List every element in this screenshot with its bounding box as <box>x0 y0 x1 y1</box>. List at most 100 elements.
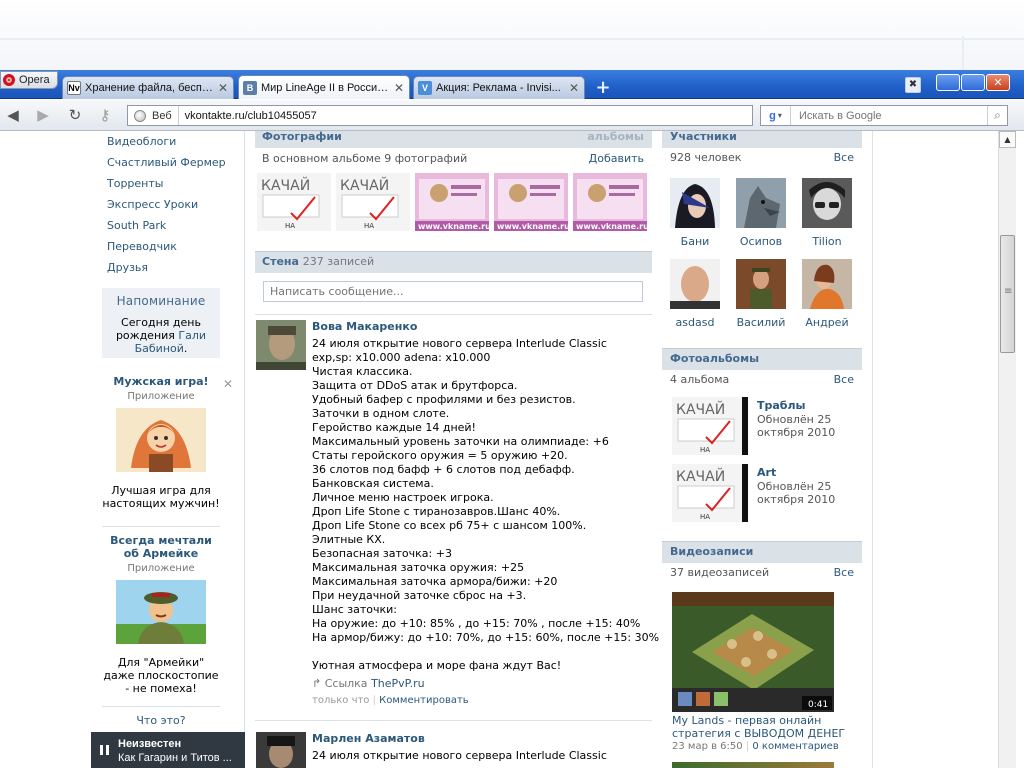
tab-promo[interactable]: V Акция: Реклама - Invisi... ✕ <box>413 76 585 99</box>
address-url[interactable]: vkontakte.ru/club10455057 <box>179 110 317 122</box>
audio-player[interactable]: Неизвестен Как Гагарин и Титов ... <box>91 732 245 768</box>
key-icon[interactable]: ⚷ <box>96 107 114 123</box>
avatar[interactable] <box>256 732 306 768</box>
videos-title[interactable]: Видеозаписи <box>670 545 753 558</box>
member-name[interactable]: Василий <box>731 309 791 329</box>
member-card[interactable]: asdasd <box>665 259 725 329</box>
pause-icon[interactable] <box>100 745 109 755</box>
member-name[interactable]: asdasd <box>665 309 725 329</box>
member-card[interactable]: Василий <box>731 259 791 329</box>
post-external-link[interactable]: ThePvP.ru <box>371 677 425 690</box>
ad-title[interactable]: Всегда мечтали об Армейке <box>102 534 220 560</box>
video-thumbnail[interactable]: 0:41 <box>672 592 834 712</box>
left-menu-item[interactable]: Счастливый Фермер <box>107 156 227 177</box>
reload-icon[interactable]: ↻ <box>66 107 84 123</box>
google-icon[interactable]: g ▾ <box>761 106 791 125</box>
member-name[interactable]: Андрей <box>797 309 857 329</box>
member-name[interactable]: Бани <box>665 228 725 248</box>
photo-thumb[interactable]: www.vkname.ru <box>415 173 489 231</box>
svg-text:НА: НА <box>700 513 710 521</box>
maximize-icon[interactable] <box>961 74 985 91</box>
avatar[interactable] <box>256 320 306 370</box>
opera-menu-button[interactable]: Opera <box>0 71 58 89</box>
ad-girl-image[interactable] <box>116 408 206 472</box>
album-cover[interactable]: КАЧАЙ НА <box>672 464 748 522</box>
search-icon[interactable]: ⌕ <box>987 106 1007 125</box>
forward-icon[interactable]: ▶ <box>34 107 52 123</box>
members-header[interactable]: Участники <box>662 131 862 148</box>
avatar[interactable] <box>736 259 786 309</box>
post-author[interactable]: Марлен Азаматов <box>312 732 652 749</box>
search-box[interactable]: g▾ ⌕ <box>760 105 1008 126</box>
left-menu-item[interactable]: Друзья <box>107 261 227 282</box>
ad-block-game[interactable]: Мужская игра! Приложение Лучшая игра для… <box>102 375 220 510</box>
back-icon[interactable]: ◀ <box>4 107 22 123</box>
wall-header[interactable]: Стена 237 записей <box>255 251 652 273</box>
member-card[interactable]: Tilion <box>797 178 857 248</box>
page-scrollbar[interactable]: ▲ <box>998 131 1016 768</box>
scroll-thumb[interactable] <box>1000 235 1015 353</box>
photo-thumb[interactable]: КАЧАЙ НА <box>336 173 410 231</box>
left-menu-item[interactable]: Торренты <box>107 177 227 198</box>
close-ad-icon[interactable]: ✕ <box>223 377 233 391</box>
video-thumbnail[interactable] <box>672 762 834 768</box>
album-title[interactable]: Art <box>757 466 776 479</box>
member-card[interactable]: Осипов <box>731 178 791 248</box>
what-is-this-link[interactable]: Что это? <box>102 714 220 727</box>
albums-all-link[interactable]: Все <box>834 373 854 386</box>
avatar[interactable] <box>670 259 720 309</box>
trash-icon[interactable]: ✖ <box>905 77 921 93</box>
tab-close-icon[interactable]: ✕ <box>568 81 580 95</box>
left-menu-item[interactable]: Экспресс Уроки <box>107 198 227 219</box>
left-menu-item[interactable]: Видеоблоги <box>107 135 227 156</box>
ad-description: Для "Армейки" даже плоскостопие - не пом… <box>103 656 219 695</box>
video-comments-link[interactable]: 0 комментариев <box>752 741 838 752</box>
members-title[interactable]: Участники <box>670 131 737 143</box>
left-menu-item[interactable]: South Park <box>107 219 227 240</box>
search-input[interactable] <box>791 109 987 122</box>
scroll-up-icon[interactable]: ▲ <box>999 131 1016 148</box>
photo-thumb[interactable]: www.vkname.ru <box>494 173 568 231</box>
tab-close-icon[interactable]: ✕ <box>393 81 405 95</box>
video-title[interactable]: My Lands - первая онлайн стратегия с ВЫВ… <box>672 714 857 740</box>
comment-link[interactable]: Комментировать <box>379 695 469 706</box>
videos-header[interactable]: Видеозаписи <box>662 541 862 563</box>
member-name[interactable]: Tilion <box>797 228 857 248</box>
left-menu-item[interactable]: Переводчик <box>107 240 227 261</box>
member-name[interactable]: Осипов <box>731 228 791 248</box>
post-author[interactable]: Вова Макаренко <box>312 320 652 337</box>
address-web-badge[interactable]: Веб <box>128 106 179 125</box>
album-title[interactable]: Траблы <box>757 399 806 412</box>
members-all-link[interactable]: Все <box>834 151 854 164</box>
avatar[interactable] <box>802 259 852 309</box>
wall-title[interactable]: Стена 237 записей <box>262 255 374 268</box>
minimize-icon[interactable] <box>936 74 960 91</box>
wall-message-input[interactable] <box>263 281 643 302</box>
photos-header[interactable]: Фотографии альбомы <box>255 131 652 148</box>
member-card[interactable]: Андрей <box>797 259 857 329</box>
photo-thumb[interactable]: КАЧАЙ НА <box>257 173 331 231</box>
ad-title[interactable]: Мужская игра! <box>102 375 220 388</box>
close-window-icon[interactable]: ✕ <box>986 74 1010 91</box>
tab-lineage[interactable]: B Мир LineAge II в России... ✕ <box>238 75 410 99</box>
album-item[interactable]: КАЧАЙ НА Траблы Обновлён 25 октября 2010 <box>672 397 862 457</box>
albums-header[interactable]: Фотоальбомы <box>662 348 862 370</box>
add-photo-link[interactable]: Добавить <box>589 152 644 165</box>
tab-close-icon[interactable]: ✕ <box>217 81 229 95</box>
album-item[interactable]: КАЧАЙ НА Art Обновлён 25 октября 2010 <box>672 464 862 524</box>
avatar[interactable] <box>736 178 786 228</box>
avatar[interactable] <box>802 178 852 228</box>
album-cover[interactable]: КАЧАЙ НА <box>672 397 748 455</box>
ad-block-army[interactable]: Всегда мечтали об Армейке Приложение Для… <box>102 534 220 695</box>
address-bar[interactable]: Веб vkontakte.ru/club10455057 <box>127 105 753 126</box>
albums-title[interactable]: Фотоальбомы <box>670 352 759 365</box>
new-tab-icon[interactable]: + <box>594 79 612 97</box>
photos-title[interactable]: Фотографии <box>262 131 342 143</box>
albums-link[interactable]: альбомы <box>587 131 644 143</box>
videos-all-link[interactable]: Все <box>834 566 854 579</box>
tab-file-hosting[interactable]: Nv Хранение файла, беспл... ✕ <box>62 76 234 99</box>
photo-thumb[interactable]: www.vkname.ru <box>573 173 647 231</box>
member-card[interactable]: Бани <box>665 178 725 248</box>
avatar[interactable] <box>670 178 720 228</box>
ad-officer-image[interactable] <box>116 580 206 644</box>
